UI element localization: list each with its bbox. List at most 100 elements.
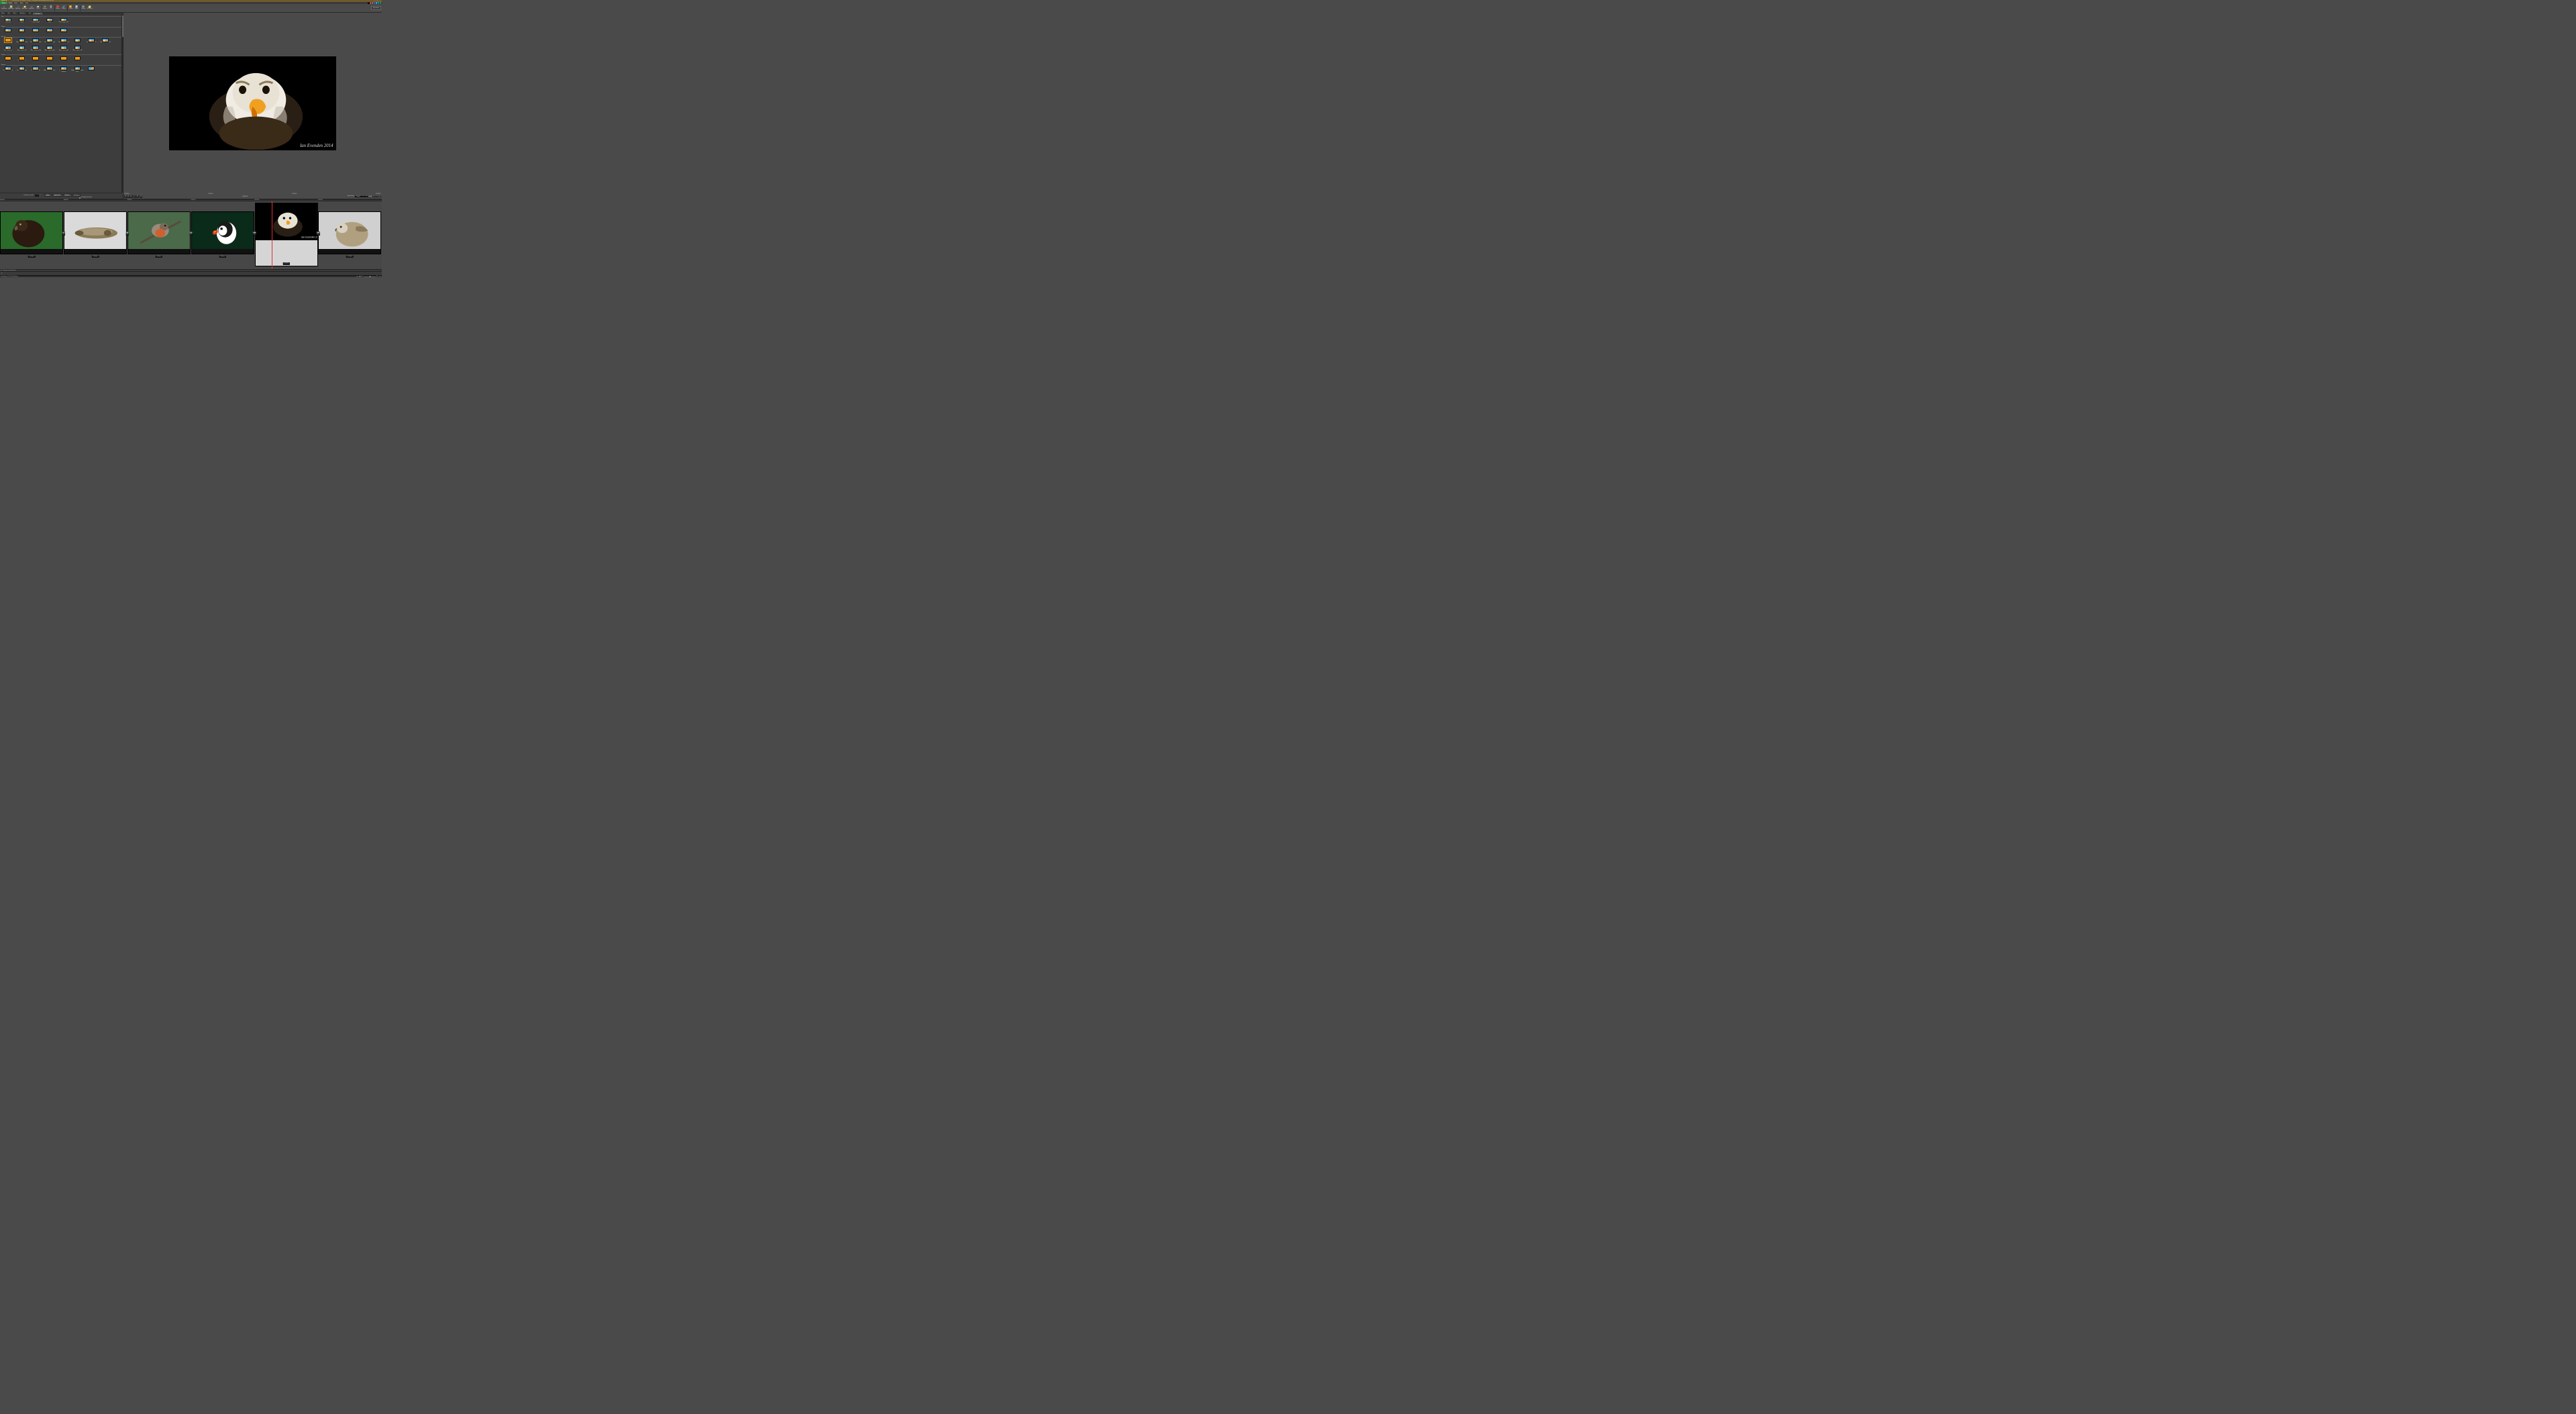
tab-home[interactable]: Home: [7, 2, 13, 4]
twitter-icon[interactable]: t: [376, 2, 378, 4]
ribbon-audio[interactable]: 🎚️Audio: [48, 5, 54, 13]
transition-handle[interactable]: 🔗2.0: [317, 232, 319, 236]
facebook-icon[interactable]: f: [374, 2, 376, 4]
transition-reveal-bottom-to-top[interactable]: Reveal - Bottom to Top: [15, 38, 29, 45]
transition-dissolve-rough[interactable]: Dissolve Rough: [29, 18, 43, 25]
apply-button[interactable]: Apply: [44, 194, 52, 197]
ribbon-options[interactable]: ⚙️Options: [81, 5, 87, 13]
transition-split-vertical-out[interactable]: Split - Vertical, Out: [15, 46, 29, 52]
ribbon-add-photos[interactable]: 🖼️Add Photos: [7, 5, 15, 13]
transition-puzzle[interactable]: Puzzle: [29, 56, 43, 63]
next-clip-button[interactable]: ↦: [136, 195, 139, 197]
transition-handle[interactable]: 🔗2.0: [253, 232, 256, 236]
transition-heart[interactable]: Heart: [29, 28, 43, 35]
fullscreen-button[interactable]: ⤢: [375, 196, 378, 198]
aspect-ratio-select[interactable]: Default▾: [355, 196, 368, 198]
transition-radial-counter-clock-[interactable]: Radial - Counter-Clock…: [43, 66, 57, 73]
timeline[interactable]: 5.0 secs⏸2.05.0 secs🔗2.05.0 secs🔗2.05.0 …: [0, 201, 382, 269]
help-icon[interactable]: ?: [380, 2, 382, 4]
snapshot-button[interactable]: �split: [369, 196, 372, 198]
transition-star[interactable]: Star: [56, 28, 70, 35]
clip-owl-flying[interactable]: 5.0 secs: [64, 211, 127, 254]
transition-handle[interactable]: ⏸2.0: [62, 232, 65, 236]
transition-label: Reveal - Right to Left: [58, 42, 68, 45]
transition-vertical-lines[interactable]: Vertical Lines: [70, 56, 85, 63]
play-button[interactable]: ▶: [130, 195, 133, 197]
transition-squares[interactable]: Squares: [43, 56, 57, 63]
transition-rectangle[interactable]: Rectangle: [43, 28, 57, 35]
transition-wipe-bottom-to-top[interactable]: Wipe - Bottom to Top: [29, 46, 43, 52]
transition-thumb: [46, 28, 53, 32]
delete-button[interactable]: ✕: [372, 196, 375, 198]
transition-bounce[interactable]: Bounce: [1, 38, 15, 45]
transition-split-vertical-in[interactable]: Split - Vertical, In: [1, 46, 15, 52]
ribbon-add-music[interactable]: 🎵Add Music: [15, 5, 21, 13]
zoom-out-icon[interactable]: 🔍−: [362, 276, 364, 277]
ribbon-preview[interactable]: ▶️Preview: [68, 5, 74, 13]
transition-radial-clockwise[interactable]: Radial - Clockwise: [29, 66, 43, 73]
transition-circle[interactable]: Circle: [1, 28, 15, 35]
transition-radial-smooth-clockwise[interactable]: Radial Smooth - Clockwise: [56, 66, 70, 73]
transition-handle[interactable]: 🔗2.0: [189, 232, 192, 236]
ruler-tick: 0:00:15.0: [191, 200, 196, 201]
transition-cross-fade[interactable]: Cross Fade: [1, 18, 15, 25]
transition-wipe-top-to-bottom[interactable]: Wipe - Top to Bottom: [43, 46, 57, 52]
transition-radial-smooth-counter-clock-[interactable]: Radial Smooth - Counter-Clock…: [70, 66, 85, 73]
transition-thumb: [5, 56, 11, 60]
transition-tetromino[interactable]: Tetromino: [56, 56, 70, 63]
zoom-in-icon[interactable]: 🔍+: [376, 276, 378, 277]
transition-checker-board[interactable]: Checker Board: [1, 56, 15, 63]
transition-fade-through-white[interactable]: Fade through White: [56, 18, 70, 25]
transition-fade[interactable]: Fade: [43, 18, 57, 25]
duration-down-icon[interactable]: ▼: [40, 195, 41, 196]
transition-roll[interactable]: Roll: [85, 66, 99, 73]
transition-reveal-right-to-left[interactable]: Reveal - Right to Left: [56, 38, 70, 45]
linkedin-icon[interactable]: in: [378, 2, 380, 4]
transition-horizontal-lines[interactable]: Horizontal Lines: [15, 56, 29, 63]
clip-griffon[interactable]: 5.0 secs: [318, 211, 381, 254]
fit-button[interactable]: ⇔: [379, 276, 381, 277]
buy-online-button[interactable]: Buy Online: [371, 6, 381, 10]
menu-dropdown[interactable]: ≡ Menu ▾: [0, 2, 7, 4]
transition-fan-top-to-bottom[interactable]: Fan - Top to Bottom: [15, 66, 29, 73]
remove-button[interactable]: Remove: [63, 194, 72, 197]
transition-split-horizontal-in[interactable]: Split - Horizontal, In: [85, 38, 99, 45]
transition-slide[interactable]: Slide: [70, 38, 85, 45]
ribbon-automate[interactable]: ✨Automate: [42, 5, 48, 13]
transition-wipe-right-to-left[interactable]: Wipe - Right to Left: [70, 46, 85, 52]
clip-eagle[interactable]: Ian Evenden 20145.0 secs: [255, 203, 318, 266]
ribbon-add-media[interactable]: ➕Add Media: [1, 5, 7, 13]
settings-button[interactable]: Settings: [72, 194, 81, 197]
tab-audio[interactable]: Audio: [19, 2, 24, 4]
clip-vulture[interactable]: 5.0 secs: [0, 211, 63, 254]
transition-wipe-left-to-right[interactable]: Wipe - Left to Right: [56, 46, 70, 52]
ribbon-nch-suite[interactable]: 🗂️NCH Suite: [87, 5, 93, 13]
goto-end-button[interactable]: ▶|: [140, 195, 142, 197]
timeline-mode-button[interactable]: ≡: [356, 276, 358, 277]
ribbon-add-blank[interactable]: ▭Add Blank: [28, 5, 35, 13]
transition-dissolve[interactable]: Dissolve: [15, 18, 29, 25]
tab-suite[interactable]: Suite: [24, 2, 30, 4]
apply-all-button[interactable]: Apply to All: [52, 194, 62, 197]
ribbon-narrate[interactable]: 🔴Narrate: [55, 5, 61, 13]
ribbon-export[interactable]: ⤴️Export: [74, 5, 80, 13]
tab-export[interactable]: Export: [13, 2, 19, 4]
clip-puffin[interactable]: 5.0 secs: [191, 211, 254, 254]
ribbon-add-folder[interactable]: 📁Add Folder: [21, 5, 28, 13]
transition-reveal-left-to-right[interactable]: Reveal - Left to Right: [43, 38, 57, 45]
panel-scrollbar[interactable]: ▲ ▼: [121, 15, 123, 193]
dual-preview-button[interactable]: ◫: [378, 196, 381, 198]
transition-label: Horizontal Lines: [18, 60, 26, 63]
transition-split-horizontal-out[interactable]: Split - Horizontal, Out: [99, 38, 113, 45]
duration-input[interactable]: [35, 195, 40, 197]
clip-robin[interactable]: 5.0 secs: [127, 211, 191, 254]
scroll-down-icon[interactable]: ▼: [122, 193, 123, 194]
ribbon-sounds[interactable]: 🔊Sounds: [61, 5, 67, 13]
transition-diamond[interactable]: Diamond: [15, 28, 29, 35]
transition-fan-bottom-to-top[interactable]: Fan - Bottom to Top: [1, 66, 15, 73]
zoom-slider[interactable]: [364, 276, 376, 277]
storyboard-mode-button[interactable]: ▦: [359, 276, 361, 277]
transition-handle[interactable]: 🔗2.0: [125, 232, 128, 236]
ribbon-cloud[interactable]: ☁️Cloud: [35, 5, 41, 13]
transition-reveal-top-to-bottom[interactable]: Reveal - Top to Bottom: [29, 38, 43, 45]
